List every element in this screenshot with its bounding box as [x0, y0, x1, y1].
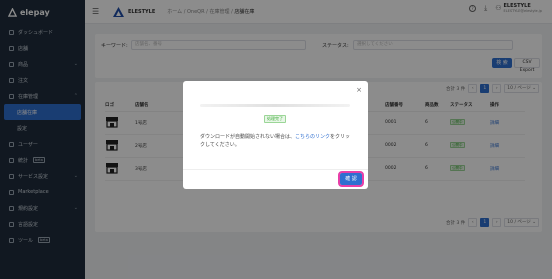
progress-bar [200, 104, 350, 107]
modal-footer-divider [183, 169, 368, 170]
confirm-button[interactable]: 確 認 [338, 171, 364, 187]
download-modal: × 処理完了 ダウンロードが自動開始されない場合は、こちらのリンクをクリックして… [183, 81, 368, 189]
message-before: ダウンロードが自動開始されない場合は、 [200, 134, 296, 140]
close-icon[interactable]: × [356, 86, 362, 94]
status-badge: 処理完了 [264, 115, 286, 123]
download-link[interactable]: こちらのリンク [295, 134, 330, 140]
modal-message: ダウンロードが自動開始されない場合は、こちらのリンクをクリックしてください。 [200, 133, 352, 149]
